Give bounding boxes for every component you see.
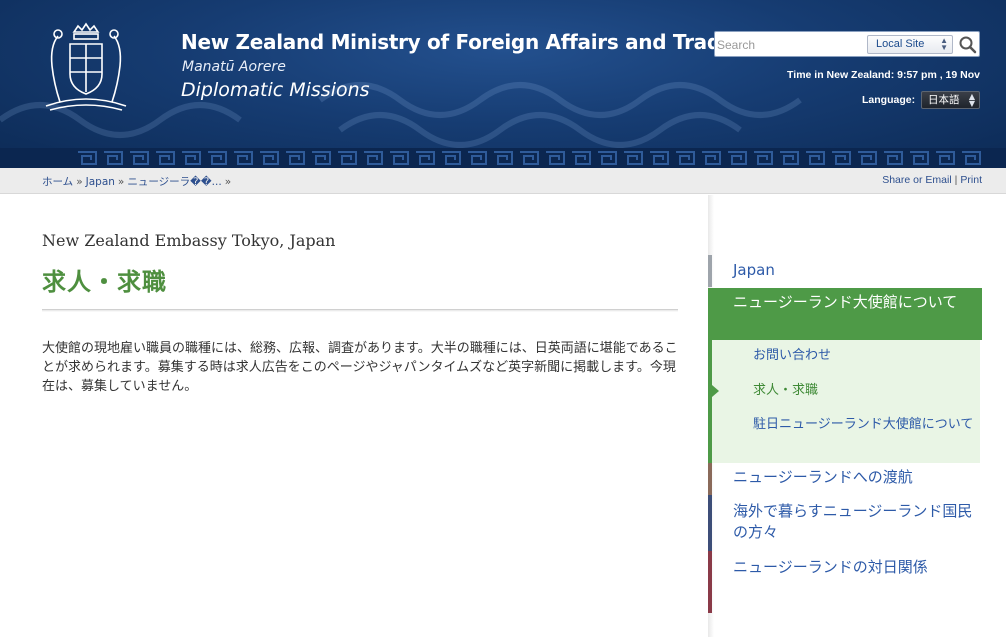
search-box: Local Site ▲▼ [714,31,980,57]
print-link[interactable]: Print [960,174,982,186]
nz-time: Time in New Zealand: 9:57 pm , 19 Nov [787,69,980,81]
main-content: New Zealand Embassy Tokyo, Japan 求人・求職 大… [0,195,708,637]
language-select[interactable]: 日本語 ▲ ▼ [921,91,980,109]
current-indicator-icon [712,385,719,397]
search-input[interactable] [717,35,865,55]
site-header: New Zealand Ministry of Foreign Affairs … [0,0,1006,168]
sidebar-subitem-contact[interactable]: お問い合わせ [753,345,981,366]
body-text: 大使館の現地雇い職員の職種には、総務、広報、調査があります。大半の職種には、日英… [42,341,678,394]
sidebar-submenu: お問い合わせ 求人・求職 駐日ニュージーランド大使館について [708,340,980,463]
decorative-border [0,148,1006,168]
embassy-name: New Zealand Embassy Tokyo, Japan [42,231,336,250]
sidebar-item-relations[interactable]: ニュージーランドの対日関係 [708,551,982,613]
breadcrumb: ホーム» Japan» ニュージーラ��...» [42,174,234,189]
sidebar-item-embassy[interactable]: ニュージーランド大使館について [708,288,982,340]
breadcrumb-separator: » [224,176,232,188]
sidebar-subitem-jobs[interactable]: 求人・求職 [753,380,981,401]
sidebar-nav: Japan ニュージーランド大使館について お問い合わせ 求人・求職 駐日ニュー… [708,195,1006,637]
breadcrumb-separator: » [76,176,83,188]
sidebar-item-japan[interactable]: Japan [708,255,982,287]
share-link[interactable]: Share or Email [882,174,951,186]
breadcrumb-bar: ホーム» Japan» ニュージーラ��...» Share or Email | Pr… [0,168,1006,194]
sidebar-subitem-about[interactable]: 駐日ニュージーランド大使館について [753,414,981,435]
sidebar-item-travel[interactable]: ニュージーランドへの渡航 [708,463,982,495]
sidebar-item-abroad[interactable]: 海外で暮らすニュージーランド国民の方々 [708,495,982,551]
search-scope-value: Local Site [876,38,925,50]
search-icon[interactable] [958,35,978,55]
page-tools: Share or Email | Print [882,174,982,186]
updown-arrows-icon: ▲ ▼ [968,92,975,108]
divider [42,309,678,312]
language-label: Language: [862,94,916,106]
breadcrumb-home[interactable]: ホーム [42,176,73,188]
org-title[interactable]: New Zealand Ministry of Foreign Affairs … [181,30,734,54]
language-value: 日本語 [928,94,960,106]
breadcrumb-separator: » [117,176,125,188]
coat-of-arms-icon [45,22,127,111]
section-name[interactable]: Diplomatic Missions [181,79,370,101]
maori-name: Manatū Aorere [182,59,286,75]
updown-arrows-icon: ▲ ▼ [940,36,948,52]
page-title: 求人・求職 [42,268,167,296]
tools-divider: | [954,174,958,186]
breadcrumb-current[interactable]: ニュージーラ��... [127,176,221,188]
breadcrumb-japan[interactable]: Japan [86,176,115,188]
search-scope-select[interactable]: Local Site ▲ ▼ [867,35,953,54]
